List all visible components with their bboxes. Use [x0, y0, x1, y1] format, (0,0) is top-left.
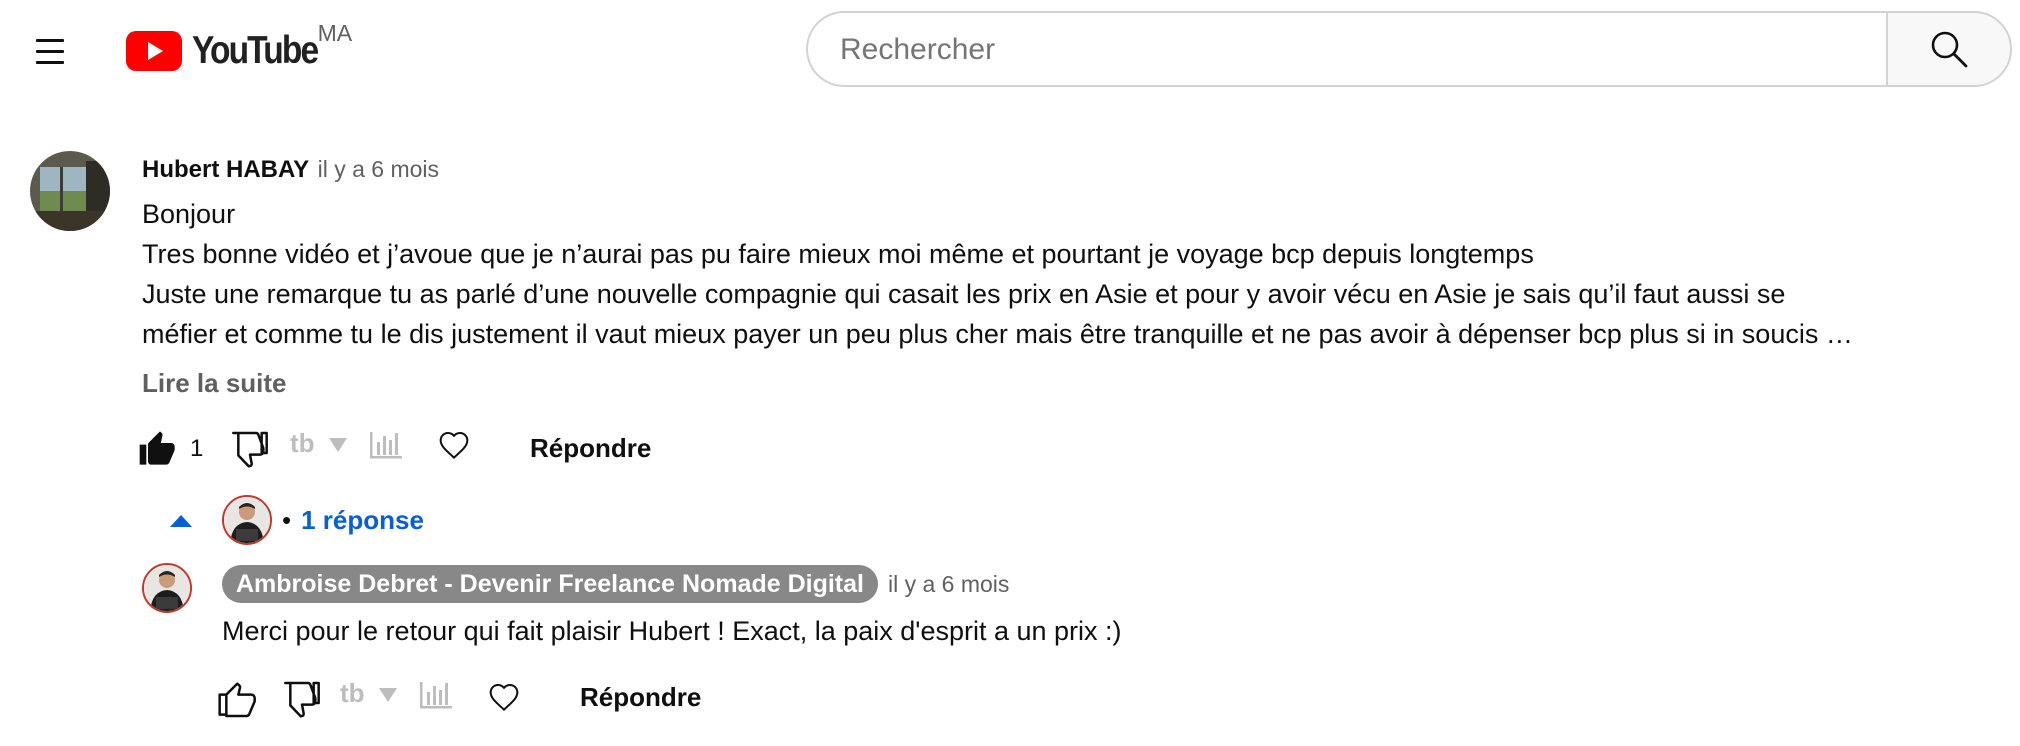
- stats-icon[interactable]: [418, 678, 454, 710]
- thumb-up-filled-icon[interactable]: [138, 428, 178, 468]
- logo-wordmark: YouTube: [192, 29, 319, 72]
- heart-icon[interactable]: [488, 682, 520, 712]
- creator-name-badge[interactable]: Ambroise Debret - Devenir Freelance Noma…: [222, 565, 878, 603]
- thumb-down-icon[interactable]: [230, 428, 270, 468]
- comment-author[interactable]: Hubert HABAY: [142, 156, 309, 183]
- tubebuddy-icon[interactable]: tb: [340, 678, 374, 710]
- comment-line: Juste une remarque tu as parlé d’une nou…: [142, 279, 1786, 309]
- youtube-logo-icon: [126, 31, 182, 71]
- read-more-button[interactable]: Lire la suite: [142, 368, 287, 399]
- reply-text: Merci pour le retour qui fait plaisir Hu…: [222, 616, 1122, 646]
- like-count: 1: [190, 435, 204, 462]
- thumb-down-icon[interactable]: [282, 678, 322, 718]
- reply-timestamp[interactable]: il y a 6 mois: [888, 571, 1009, 598]
- chevron-up-icon: [170, 515, 192, 527]
- dropdown-icon[interactable]: [327, 436, 349, 454]
- search-icon: [1931, 31, 1968, 68]
- menu-button[interactable]: [28, 33, 72, 69]
- search-box: [806, 11, 1888, 87]
- tubebuddy-icon[interactable]: tb: [290, 428, 324, 460]
- comment-line: méfier et comme tu le dis justement il v…: [142, 319, 1853, 349]
- replies-toggle[interactable]: • 1 réponse: [168, 492, 424, 548]
- search-button[interactable]: [1886, 11, 2012, 87]
- avatar: [222, 495, 272, 545]
- heart-icon[interactable]: [438, 430, 470, 460]
- comment-timestamp[interactable]: il y a 6 mois: [318, 156, 439, 182]
- reply-header: Ambroise Debret - Devenir Freelance Noma…: [222, 565, 1009, 603]
- dropdown-icon[interactable]: [377, 686, 399, 704]
- youtube-logo[interactable]: YouTube MA: [126, 20, 352, 74]
- replies-count[interactable]: 1 réponse: [301, 505, 424, 536]
- search-input[interactable]: [838, 13, 1842, 87]
- comment-header: Hubert HABAY il y a 6 mois: [142, 156, 439, 184]
- avatar[interactable]: [142, 563, 192, 613]
- comment-line: Tres bonne vidéo et j’avoue que je n’aur…: [142, 239, 1534, 269]
- thumb-up-icon[interactable]: [218, 678, 258, 718]
- comment-line: Bonjour: [142, 199, 236, 229]
- replies-separator: •: [282, 504, 292, 535]
- reply-button[interactable]: Répondre: [580, 682, 701, 713]
- avatar[interactable]: [30, 151, 110, 231]
- stats-icon[interactable]: [368, 428, 404, 460]
- svg-text:tb: tb: [290, 428, 315, 458]
- svg-text:tb: tb: [340, 678, 365, 708]
- reply-button[interactable]: Répondre: [530, 433, 651, 464]
- country-code: MA: [317, 20, 353, 46]
